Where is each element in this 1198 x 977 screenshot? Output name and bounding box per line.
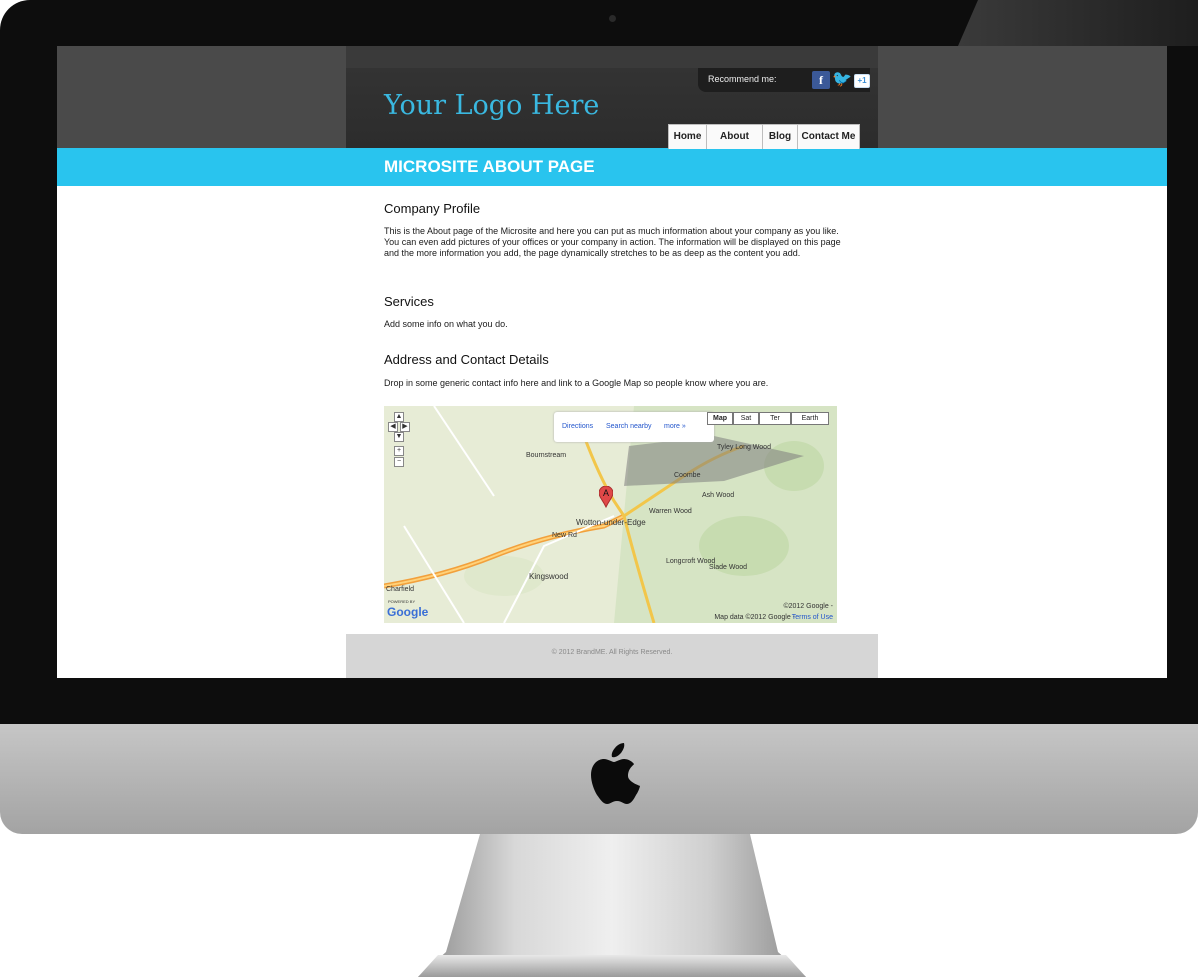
- map-info-window: Directions Search nearby more »: [554, 412, 714, 442]
- webcam: [609, 15, 616, 22]
- place-label: Wotton-under-Edge: [576, 518, 646, 527]
- nav-about[interactable]: About: [706, 124, 763, 149]
- nav-blog[interactable]: Blog: [762, 124, 798, 149]
- map-copyright: ©2012 Google -: [783, 603, 833, 610]
- google-plus-icon[interactable]: +1: [854, 74, 870, 88]
- section-body-company-profile: This is the About page of the Microsite …: [384, 226, 841, 258]
- site-logo[interactable]: Your Logo Here: [384, 90, 599, 121]
- monitor-stand-base: [418, 955, 806, 977]
- map-type-sat[interactable]: Sat: [733, 412, 759, 425]
- google-map[interactable]: ▲ ◀ ▶ ▼ + − Directions Search nearby mor…: [384, 406, 837, 623]
- place-label: Kingswood: [529, 572, 569, 581]
- map-marker-label: A: [603, 488, 609, 498]
- section-heading-services: Services: [384, 294, 434, 309]
- place-label: Ash Wood: [702, 492, 735, 499]
- map-type-earth[interactable]: Earth: [791, 412, 829, 425]
- directions-link[interactable]: Directions: [562, 423, 593, 430]
- place-label: Coombe: [674, 472, 701, 479]
- browser-screen: Your Logo Here Recommend me: f 🐦 +1 Home…: [57, 46, 1167, 678]
- zoom-out-button[interactable]: −: [394, 457, 404, 467]
- site-footer: © 2012 BrandME. All Rights Reserved.: [346, 634, 878, 678]
- terms-of-use-link[interactable]: Terms of Use: [792, 614, 833, 621]
- place-label: Tyley Long Wood: [717, 444, 771, 451]
- section-heading-address: Address and Contact Details: [384, 352, 549, 367]
- site-header: Your Logo Here Recommend me: f 🐦 +1 Home…: [346, 46, 878, 149]
- facebook-icon[interactable]: f: [812, 71, 830, 89]
- recommend-bar: Recommend me: f 🐦 +1: [698, 68, 870, 92]
- place-label: Slade Wood: [709, 564, 748, 571]
- section-body-services: Add some info on what you do.: [384, 319, 508, 329]
- pan-down-icon[interactable]: ▼: [394, 432, 404, 442]
- twitter-icon[interactable]: 🐦: [832, 71, 852, 89]
- search-nearby-link[interactable]: Search nearby: [606, 423, 652, 430]
- pan-left-icon[interactable]: ◀: [388, 422, 398, 432]
- map-data-credit: Map data ©2012 Google -: [714, 614, 795, 621]
- section-heading-company-profile: Company Profile: [384, 201, 481, 216]
- nav-home[interactable]: Home: [668, 124, 707, 149]
- map-marker-icon[interactable]: A: [599, 486, 613, 508]
- pan-up-icon[interactable]: ▲: [394, 412, 404, 422]
- map-type-map[interactable]: Map: [707, 412, 733, 425]
- zoom-in-button[interactable]: +: [394, 446, 404, 456]
- place-label: Bournstream: [526, 452, 567, 459]
- google-logo[interactable]: Google: [387, 605, 428, 619]
- place-label: Warren Wood: [649, 508, 692, 515]
- place-label: Longcroft Wood: [666, 558, 716, 565]
- more-link[interactable]: more »: [664, 423, 686, 430]
- map-type-ter[interactable]: Ter: [759, 412, 791, 425]
- bezel-glare: [958, 0, 1198, 46]
- place-label: New Rd: [552, 532, 577, 539]
- recommend-label: Recommend me:: [708, 74, 777, 84]
- pan-right-icon[interactable]: ▶: [400, 422, 410, 432]
- place-label: Charfield: [386, 586, 415, 593]
- apple-logo-icon: [591, 743, 640, 804]
- footer-copyright: © 2012 BrandME. All Rights Reserved.: [551, 649, 673, 656]
- powered-by-label: POWERED BY: [388, 599, 416, 604]
- microsite: Your Logo Here Recommend me: f 🐦 +1 Home…: [346, 46, 878, 678]
- page-title: MICROSITE ABOUT PAGE: [384, 157, 595, 176]
- nav-contact-me[interactable]: Contact Me: [797, 124, 860, 149]
- section-body-address: Drop in some generic contact info here a…: [384, 378, 769, 388]
